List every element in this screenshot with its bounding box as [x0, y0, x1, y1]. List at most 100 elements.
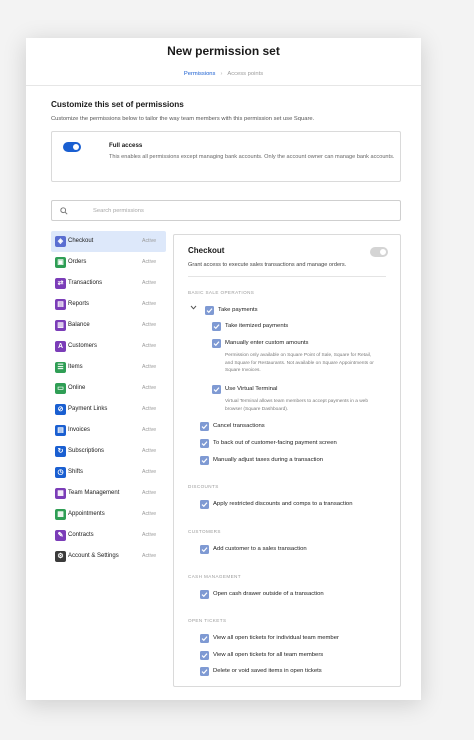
header-divider [26, 85, 421, 86]
chevron-down-icon[interactable] [190, 305, 197, 310]
page-title: New permission set [167, 44, 280, 58]
sidebar-item-balance[interactable]: ▥ Balance Active [51, 315, 166, 336]
sidebar-item-status: Active [142, 469, 157, 475]
contracts-icon: ✎ [55, 530, 66, 541]
subscriptions-icon: ↻ [55, 446, 66, 457]
virtual-terminal-note: Virtual Terminal allows team members to … [225, 399, 368, 412]
perm-label: View all open tickets for individual tea… [213, 635, 339, 641]
search-placeholder: Search permissions [93, 208, 144, 214]
checkbox-icon[interactable] [200, 651, 209, 660]
payment-links-icon: ⊘ [55, 404, 66, 415]
check-icon [201, 592, 208, 598]
sidebar-item-label: Appointments [68, 511, 105, 517]
checkout-icon: ◈ [55, 236, 66, 247]
sidebar-item-label: Account & Settings [68, 553, 119, 559]
check-icon [201, 669, 208, 675]
checkbox-icon[interactable] [212, 322, 221, 331]
checkbox-icon[interactable] [200, 545, 209, 554]
breadcrumb-access-points[interactable]: Access points [227, 71, 263, 77]
check-icon [213, 387, 220, 393]
checkbox-icon[interactable] [200, 667, 209, 676]
section-title: Customize this set of permissions [51, 100, 184, 109]
checkbox-icon[interactable] [200, 456, 209, 465]
sidebar-item-account-settings[interactable]: ⚙ Account & Settings Active [51, 546, 166, 567]
checkout-toggle[interactable] [370, 247, 388, 257]
invoices-icon: ▤ [55, 425, 66, 436]
checkout-description: Grant access to execute sales transactio… [188, 262, 347, 268]
online-icon: ▭ [55, 383, 66, 394]
items-icon: ☰ [55, 362, 66, 373]
sidebar-item-label: Subscriptions [68, 448, 105, 454]
check-icon [201, 424, 208, 430]
sidebar-item-label: Reports [68, 301, 90, 307]
sidebar-item-status: Active [142, 238, 157, 244]
sidebar-item-status: Active [142, 406, 157, 412]
full-access-box: Full access This enables all permissions… [51, 131, 401, 182]
sidebar-item-label: Shifts [68, 469, 84, 475]
sidebar-item-checkout[interactable]: ◈ Checkout Active [51, 231, 166, 252]
chevron-right-icon: › [220, 71, 223, 77]
check-icon [213, 341, 220, 347]
sidebar-item-team-management[interactable]: ▦ Team Management Active [51, 483, 166, 504]
sidebar-item-status: Active [142, 280, 157, 286]
checkout-divider [188, 276, 386, 277]
appointments-icon: ▦ [55, 509, 66, 520]
sidebar-item-status: Active [142, 301, 157, 307]
sidebar-item-label: Contracts [68, 532, 94, 538]
search-icon [60, 207, 68, 215]
sidebar-item-transactions[interactable]: ⇄ Transactions Active [51, 273, 166, 294]
customers-icon: A [55, 341, 66, 352]
check-icon [201, 653, 208, 659]
checkout-card: Checkout Grant access to execute sales t… [173, 234, 401, 687]
sidebar-item-items[interactable]: ☰ Items Active [51, 357, 166, 378]
shifts-icon: ◷ [55, 467, 66, 478]
sidebar-item-invoices[interactable]: ▤ Invoices Active [51, 420, 166, 441]
breadcrumb: Permissions › Access points [26, 71, 421, 77]
section-basic-sale-operations: BASIC SALE OPERATIONS [188, 290, 255, 295]
sidebar-item-label: Team Management [68, 490, 120, 496]
sidebar-item-reports[interactable]: ▤ Reports Active [51, 294, 166, 315]
sidebar-item-orders[interactable]: ▣ Orders Active [51, 252, 166, 273]
check-icon [206, 308, 213, 314]
sidebar-item-subscriptions[interactable]: ↻ Subscriptions Active [51, 441, 166, 462]
section-customers: CUSTOMERS [188, 529, 221, 534]
check-icon [201, 502, 208, 508]
sidebar-item-status: Active [142, 259, 157, 265]
perm-label: Delete or void saved items in open ticke… [213, 668, 322, 674]
checkbox-icon[interactable] [200, 500, 209, 509]
check-icon [213, 324, 220, 330]
sidebar-item-status: Active [142, 385, 157, 391]
sidebar-item-status: Active [142, 553, 157, 559]
toggle-knob [73, 144, 79, 150]
perm-label: Apply restricted discounts and comps to … [213, 501, 353, 507]
checkbox-icon[interactable] [200, 439, 209, 448]
perm-label: Manually adjust taxes during a transacti… [213, 457, 324, 463]
sidebar-item-label: Items [68, 364, 83, 370]
sidebar-item-online[interactable]: ▭ Online Active [51, 378, 166, 399]
sidebar-item-label: Balance [68, 322, 90, 328]
perm-label: Use Virtual Terminal [225, 386, 278, 392]
checkbox-icon[interactable] [200, 590, 209, 599]
check-icon [201, 458, 208, 464]
sidebar-item-payment-links[interactable]: ⊘ Payment Links Active [51, 399, 166, 420]
sidebar-item-customers[interactable]: A Customers Active [51, 336, 166, 357]
full-access-toggle[interactable] [63, 142, 81, 152]
checkbox-icon[interactable] [200, 422, 209, 431]
reports-icon: ▤ [55, 299, 66, 310]
checkbox-icon[interactable] [205, 306, 214, 315]
search-input[interactable]: Search permissions [51, 200, 401, 221]
sidebar-item-appointments[interactable]: ▦ Appointments Active [51, 504, 166, 525]
check-icon [201, 441, 208, 447]
check-icon [201, 547, 208, 553]
breadcrumb-permissions[interactable]: Permissions [184, 71, 216, 77]
sidebar-item-status: Active [142, 532, 157, 538]
full-access-description: This enables all permissions except mana… [109, 154, 395, 160]
perm-label: Take payments [218, 307, 258, 313]
checkbox-icon[interactable] [212, 385, 221, 394]
sidebar-item-status: Active [142, 511, 157, 517]
checkbox-icon[interactable] [212, 339, 221, 348]
checkbox-icon[interactable] [200, 634, 209, 643]
sidebar-item-contracts[interactable]: ✎ Contracts Active [51, 525, 166, 546]
sidebar-item-shifts[interactable]: ◷ Shifts Active [51, 462, 166, 483]
orders-icon: ▣ [55, 257, 66, 268]
